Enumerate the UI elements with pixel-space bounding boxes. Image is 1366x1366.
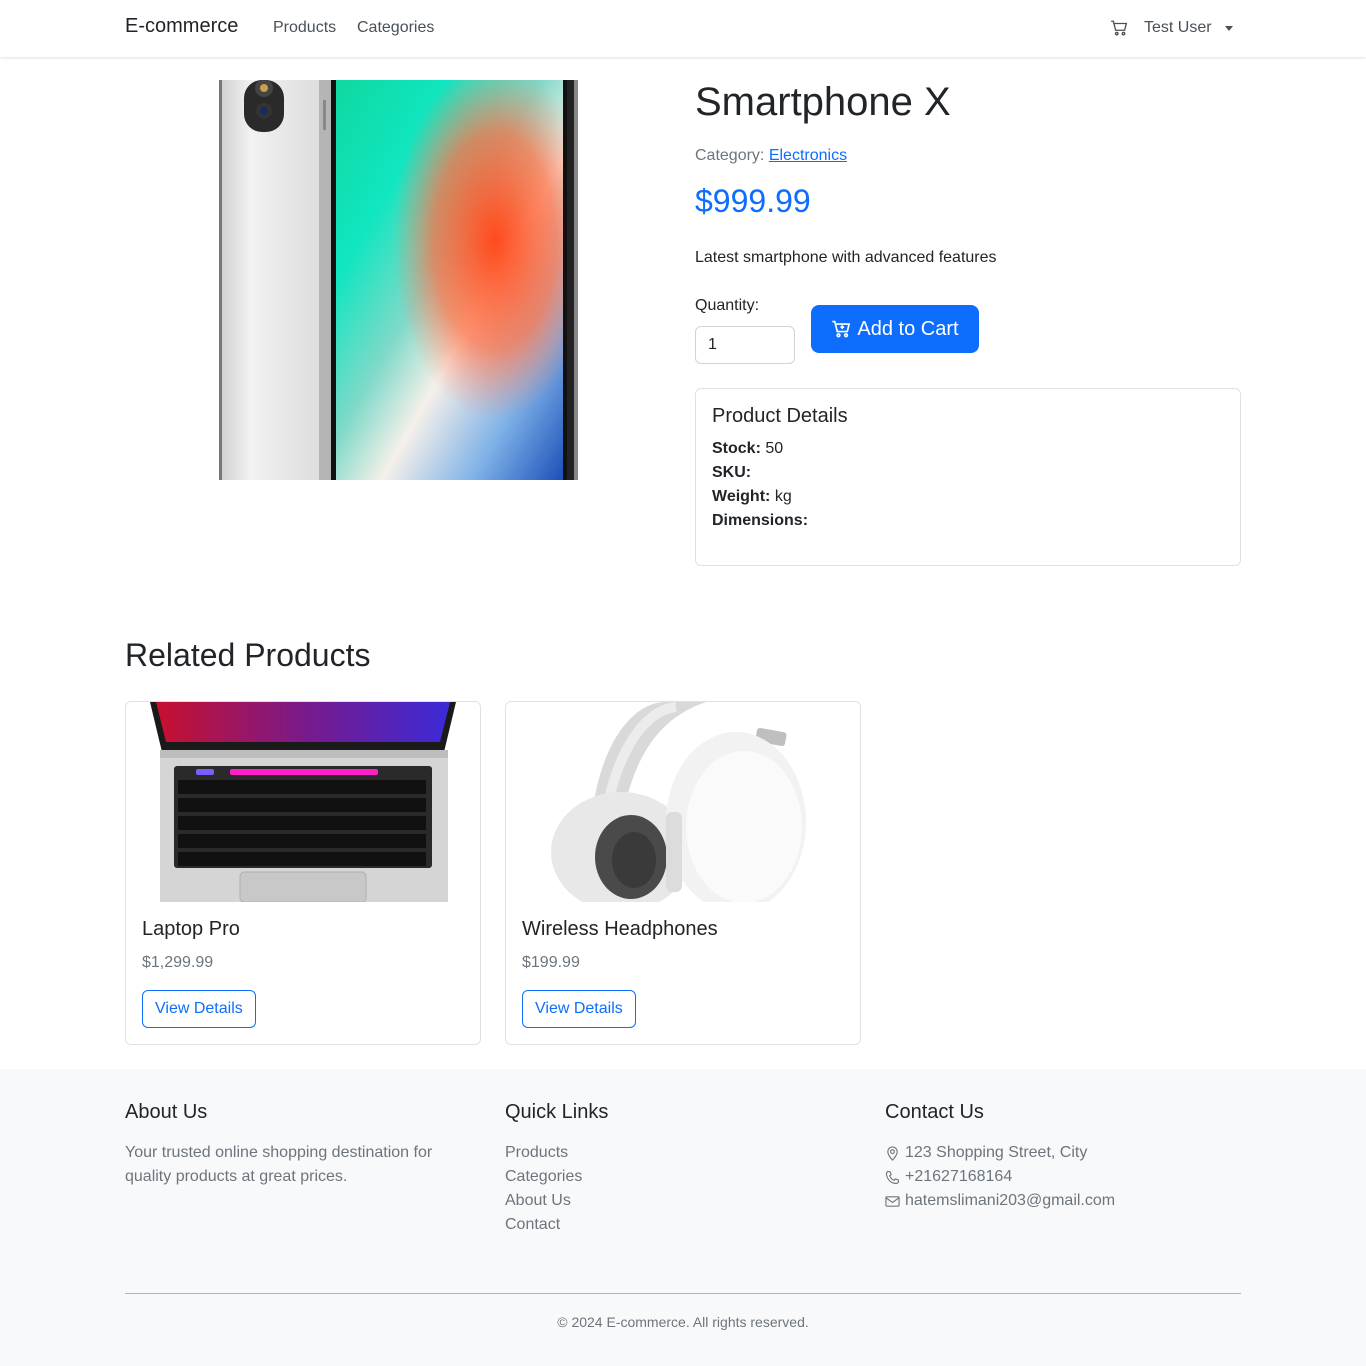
- related-product-card: Laptop Pro $1,299.99 View Details: [125, 701, 481, 1045]
- footer-contact-title: Contact Us: [885, 1101, 984, 1123]
- footer-link-contact[interactable]: Contact: [505, 1216, 560, 1234]
- footer-about-text: Your trusted online shopping destination…: [125, 1144, 433, 1185]
- location-pin-icon: [887, 1145, 898, 1161]
- footer-link-about[interactable]: About Us: [505, 1192, 571, 1210]
- view-details-button[interactable]: View Details: [522, 990, 636, 1028]
- phone-icon: [885, 1170, 900, 1184]
- product-price: $999.99: [695, 183, 811, 219]
- add-to-cart-label: Add to Cart: [857, 317, 959, 340]
- nav-link-products[interactable]: Products: [273, 19, 336, 37]
- brand-link[interactable]: E-commerce: [125, 15, 238, 38]
- footer-email-text: hatemslimani203@gmail.com: [905, 1192, 1116, 1209]
- weight-label: Weight:: [712, 488, 771, 505]
- footer-link-products[interactable]: Products: [505, 1144, 568, 1162]
- cart-plus-icon: [832, 320, 851, 338]
- product-description: Latest smartphone with advanced features: [695, 249, 997, 266]
- category-link[interactable]: Electronics: [769, 147, 847, 164]
- related-product-name: Wireless Headphones: [522, 918, 718, 940]
- quantity-label: Quantity:: [695, 297, 760, 314]
- details-title: Product Details: [712, 405, 848, 427]
- stock-value: 50: [765, 440, 784, 457]
- detail-dimensions: Dimensions:: [712, 512, 808, 530]
- related-product-price: $199.99: [522, 954, 580, 971]
- footer-divider: [125, 1293, 1241, 1294]
- chevron-down-icon[interactable]: [1225, 26, 1233, 31]
- related-product-price: $1,299.99: [142, 954, 214, 971]
- footer-link-categories[interactable]: Categories: [505, 1168, 582, 1186]
- footer-phone-text: +21627168164: [905, 1168, 1013, 1185]
- headphones-image[interactable]: [506, 702, 860, 902]
- detail-weight: Weight: kg: [712, 488, 792, 506]
- related-product-name: Laptop Pro: [142, 918, 240, 940]
- footer-address: 123 Shopping Street, City: [885, 1144, 1087, 1162]
- footer: About Us Your trusted online shopping de…: [0, 1069, 1366, 1366]
- dimensions-label: Dimensions:: [712, 512, 809, 529]
- footer-quick-links-title: Quick Links: [505, 1101, 609, 1123]
- laptop-image[interactable]: [126, 702, 480, 902]
- related-products-heading: Related Products: [125, 637, 371, 673]
- footer-phone: +21627168164: [885, 1168, 1012, 1186]
- user-menu-toggle[interactable]: Test User: [1144, 19, 1212, 37]
- detail-stock: Stock: 50: [712, 440, 783, 458]
- stock-label: Stock:: [712, 440, 761, 457]
- product-details-card: Product Details Stock: 50 SKU: Weight: k…: [695, 388, 1241, 566]
- weight-value: kg: [774, 488, 792, 505]
- sku-label: SKU:: [712, 464, 752, 481]
- view-details-button[interactable]: View Details: [142, 990, 256, 1028]
- envelope-icon: [885, 1195, 900, 1207]
- nav-link-categories[interactable]: Categories: [357, 19, 434, 37]
- add-to-cart-button[interactable]: Add to Cart: [811, 305, 979, 353]
- footer-address-text: 123 Shopping Street, City: [905, 1144, 1088, 1161]
- product-title: Smartphone X: [695, 80, 951, 124]
- footer-email: hatemslimani203@gmail.com: [885, 1192, 1115, 1210]
- navbar: E-commerce Products Categories Test User: [0, 0, 1366, 57]
- cart-icon[interactable]: [1110, 19, 1128, 37]
- product-image: [219, 80, 578, 480]
- category-row: Category: Electronics: [695, 147, 847, 165]
- quantity-input[interactable]: [695, 326, 795, 364]
- category-label: Category:: [695, 147, 769, 164]
- related-product-card: Wireless Headphones $199.99 View Details: [505, 701, 861, 1045]
- footer-about-title: About Us: [125, 1101, 208, 1123]
- detail-sku: SKU:: [712, 464, 751, 482]
- copyright: © 2024 E-commerce. All rights reserved.: [557, 1314, 809, 1330]
